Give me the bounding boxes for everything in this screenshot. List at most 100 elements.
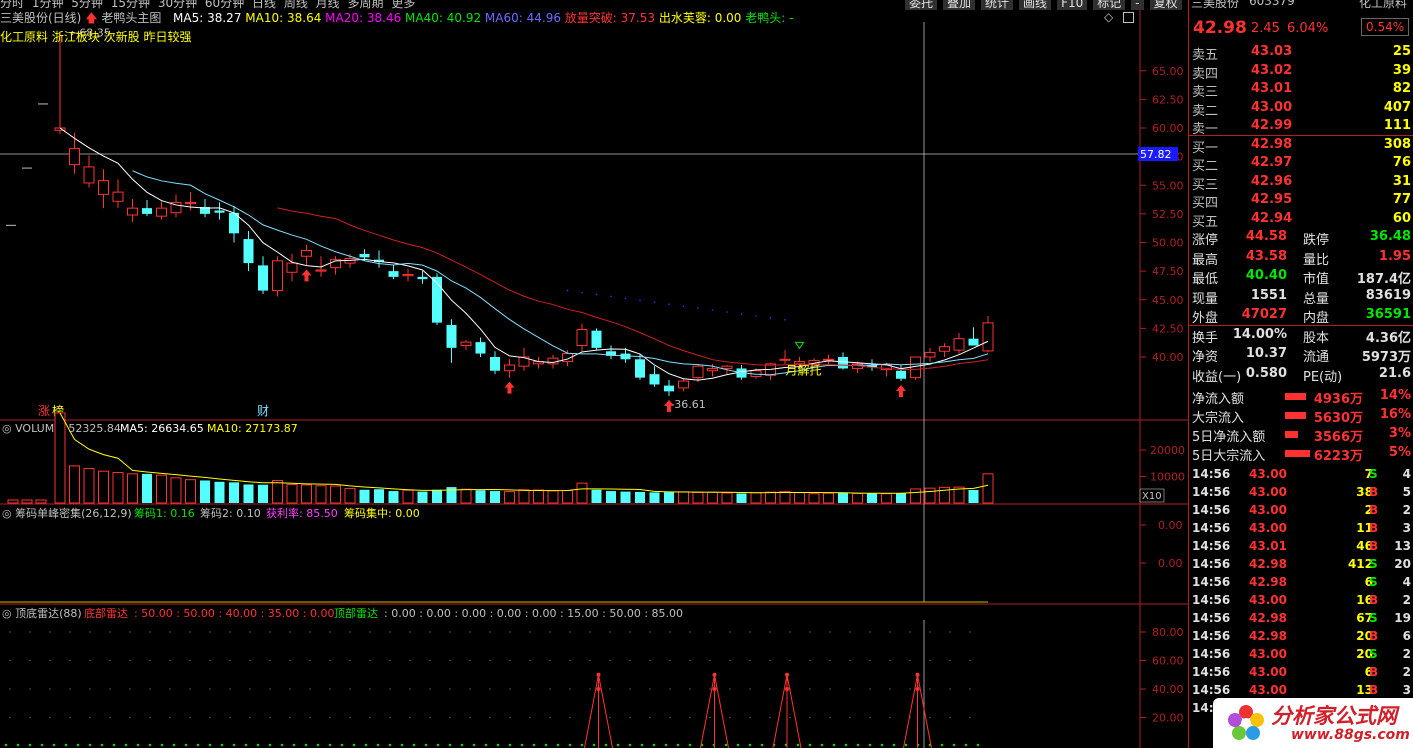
period-tab[interactable]: 5分钟 xyxy=(71,0,106,10)
chart-window-icons[interactable]: ◇ xyxy=(1104,10,1135,24)
period-tab[interactable]: 60分钟 xyxy=(205,0,248,10)
candle-body xyxy=(475,342,486,354)
sell-level[interactable]: 卖二 43.00 407 xyxy=(1189,99,1413,119)
trade-row[interactable]: 14:56 43.00 2 B 2 xyxy=(1189,502,1413,520)
toolbar-button[interactable]: 叠加 xyxy=(943,0,976,10)
buy-level[interactable]: 买三 42.96 31 xyxy=(1189,173,1413,193)
trade-row[interactable]: 14:56 43.00 6 B 2 xyxy=(1189,664,1413,682)
stat-label: 收益(一) xyxy=(1192,369,1242,385)
price-line: 42.98 2.45 6.04% 0.54% xyxy=(1189,18,1413,40)
buy-level[interactable]: 买四 42.95 77 xyxy=(1189,191,1413,211)
sector-name[interactable]: 化工原料 xyxy=(1359,0,1407,11)
ma60-value: MA60: 44.96 xyxy=(484,11,561,25)
radar-grid-dot xyxy=(229,688,231,690)
diamond-icon[interactable]: ◇ xyxy=(1104,10,1113,24)
radar-base-dot xyxy=(244,743,248,747)
radar-grid-dot xyxy=(709,688,711,690)
trade-row[interactable]: 14:56 42.98 20 B 6 xyxy=(1189,628,1413,646)
radar-base-dot xyxy=(448,743,452,747)
toolbar-button[interactable]: 统计 xyxy=(981,0,1014,10)
radar-grid-dot xyxy=(249,688,251,690)
trade-price: 43.00 xyxy=(1249,647,1287,661)
sell-level[interactable]: 卖五 43.03 25 xyxy=(1189,43,1413,63)
radar-title: ◎ 顶底雷达(88) xyxy=(2,606,82,620)
radar-base-dot xyxy=(496,743,500,747)
radar-grid-dot xyxy=(549,716,551,719)
candle-body xyxy=(664,385,674,392)
radar-grid-dot xyxy=(709,716,711,719)
radar-grid-dot xyxy=(49,631,51,633)
radar-base-dot xyxy=(148,743,152,747)
radar-grid-dot xyxy=(189,659,191,662)
trade-row[interactable]: 14:56 43.00 16 B 2 xyxy=(1189,592,1413,610)
toolbar-button[interactable]: - xyxy=(1131,0,1144,10)
trade-row[interactable]: 14:56 43.00 7 S 4 xyxy=(1189,466,1413,484)
radar-grid-dot xyxy=(269,716,271,719)
toolbar-right-buttons[interactable]: 委托 叠加 统计 画线 F10 标记 - 复权 xyxy=(905,0,1188,10)
trade-row[interactable]: 14:56 42.98 6 S 4 xyxy=(1189,574,1413,592)
volume-bar xyxy=(7,499,19,504)
period-tab[interactable]: 15分钟 xyxy=(111,0,154,10)
radar-grid-dot xyxy=(869,631,871,633)
period-tab[interactable]: 更多 xyxy=(391,0,415,10)
radar-base-dot xyxy=(28,743,32,747)
trade-row[interactable]: 14:56 42.98 67 S 19 xyxy=(1189,610,1413,628)
level-price: 42.98 xyxy=(1251,136,1293,152)
sell-level[interactable]: 卖三 43.01 82 xyxy=(1189,80,1413,100)
radar-grid-dot xyxy=(89,688,91,690)
radar-base-dot xyxy=(88,743,92,747)
candle-body xyxy=(721,365,733,369)
radar-grid-dot xyxy=(209,631,211,633)
price-axis-label: 42.50 xyxy=(1152,322,1184,335)
radar-grid-dot xyxy=(429,659,431,662)
buy-level[interactable]: 买五 42.94 60 xyxy=(1189,210,1413,230)
indicator-name[interactable]: 老鸭头主图 xyxy=(101,11,161,25)
trade-row[interactable]: 14:56 43.00 20 S 2 xyxy=(1189,646,1413,664)
sell-level[interactable]: 卖一 42.99 111 xyxy=(1189,117,1413,137)
profit-value: 获利率: 85.50 xyxy=(266,506,338,520)
radar-base-dot xyxy=(256,743,260,747)
toolbar-button[interactable]: 复权 xyxy=(1149,0,1182,10)
buy-level[interactable]: 买一 42.98 308 xyxy=(1189,136,1413,156)
volume-bar xyxy=(98,470,109,504)
period-menu[interactable]: 分时 1分钟 5分钟 15分钟 30分钟 60分钟 日线 周线 月线 多周期 更… xyxy=(0,0,419,10)
radar-grid-dot xyxy=(649,716,651,719)
kline-chart-area[interactable]: 65.0062.5060.0057.5055.0052.5050.0047.50… xyxy=(0,0,1188,748)
radar-peak-dot xyxy=(915,672,920,677)
period-tab[interactable]: 月线 xyxy=(316,0,344,10)
volume-bar xyxy=(721,492,733,504)
stat-label: 市值 xyxy=(1303,272,1330,287)
radar-grid-dot xyxy=(249,631,251,633)
radar-grid-dot xyxy=(629,631,631,633)
period-tab[interactable]: 分时 xyxy=(0,0,28,10)
trade-row[interactable]: 14:56 42.98 412 S 20 xyxy=(1189,556,1413,574)
trade-price: 43.00 xyxy=(1249,593,1287,607)
sell-level[interactable]: 卖四 43.02 39 xyxy=(1189,62,1413,82)
period-tab[interactable]: 周线 xyxy=(284,0,312,10)
toolbar-button[interactable]: 委托 xyxy=(905,0,938,10)
toolbar-button[interactable]: F10 xyxy=(1057,0,1088,10)
candle-body xyxy=(388,271,399,277)
period-tab[interactable]: 日线 xyxy=(252,0,280,10)
period-tab[interactable]: 多周期 xyxy=(348,0,388,10)
toolbar-button[interactable]: 画线 xyxy=(1019,0,1052,10)
period-tab[interactable]: 1分钟 xyxy=(32,0,67,10)
trade-price: 43.00 xyxy=(1249,665,1287,679)
buy-level[interactable]: 买二 42.97 76 xyxy=(1189,154,1413,174)
volume-bar xyxy=(170,477,182,504)
trade-row[interactable]: 14:56 43.01 46 B 13 xyxy=(1189,538,1413,556)
flow-pct: 14% xyxy=(1379,388,1411,403)
toolbar-button[interactable]: 标记 xyxy=(1093,0,1126,10)
stock-title[interactable]: 三美股份(日线) xyxy=(0,11,81,25)
radar-base-dot xyxy=(316,743,320,747)
radar-peak-dot xyxy=(785,687,789,691)
stat-label: 外盘 xyxy=(1192,311,1219,326)
restore-icon[interactable] xyxy=(1123,12,1135,23)
radar-grid-dot xyxy=(9,688,11,690)
radar-grid-dot xyxy=(389,688,391,690)
period-tab[interactable]: 30分钟 xyxy=(158,0,201,10)
flow-bar xyxy=(1285,450,1310,457)
candle-body xyxy=(185,201,196,205)
trade-row[interactable]: 14:56 43.00 38 B 5 xyxy=(1189,484,1413,502)
trade-row[interactable]: 14:56 43.00 11 B 3 xyxy=(1189,520,1413,538)
